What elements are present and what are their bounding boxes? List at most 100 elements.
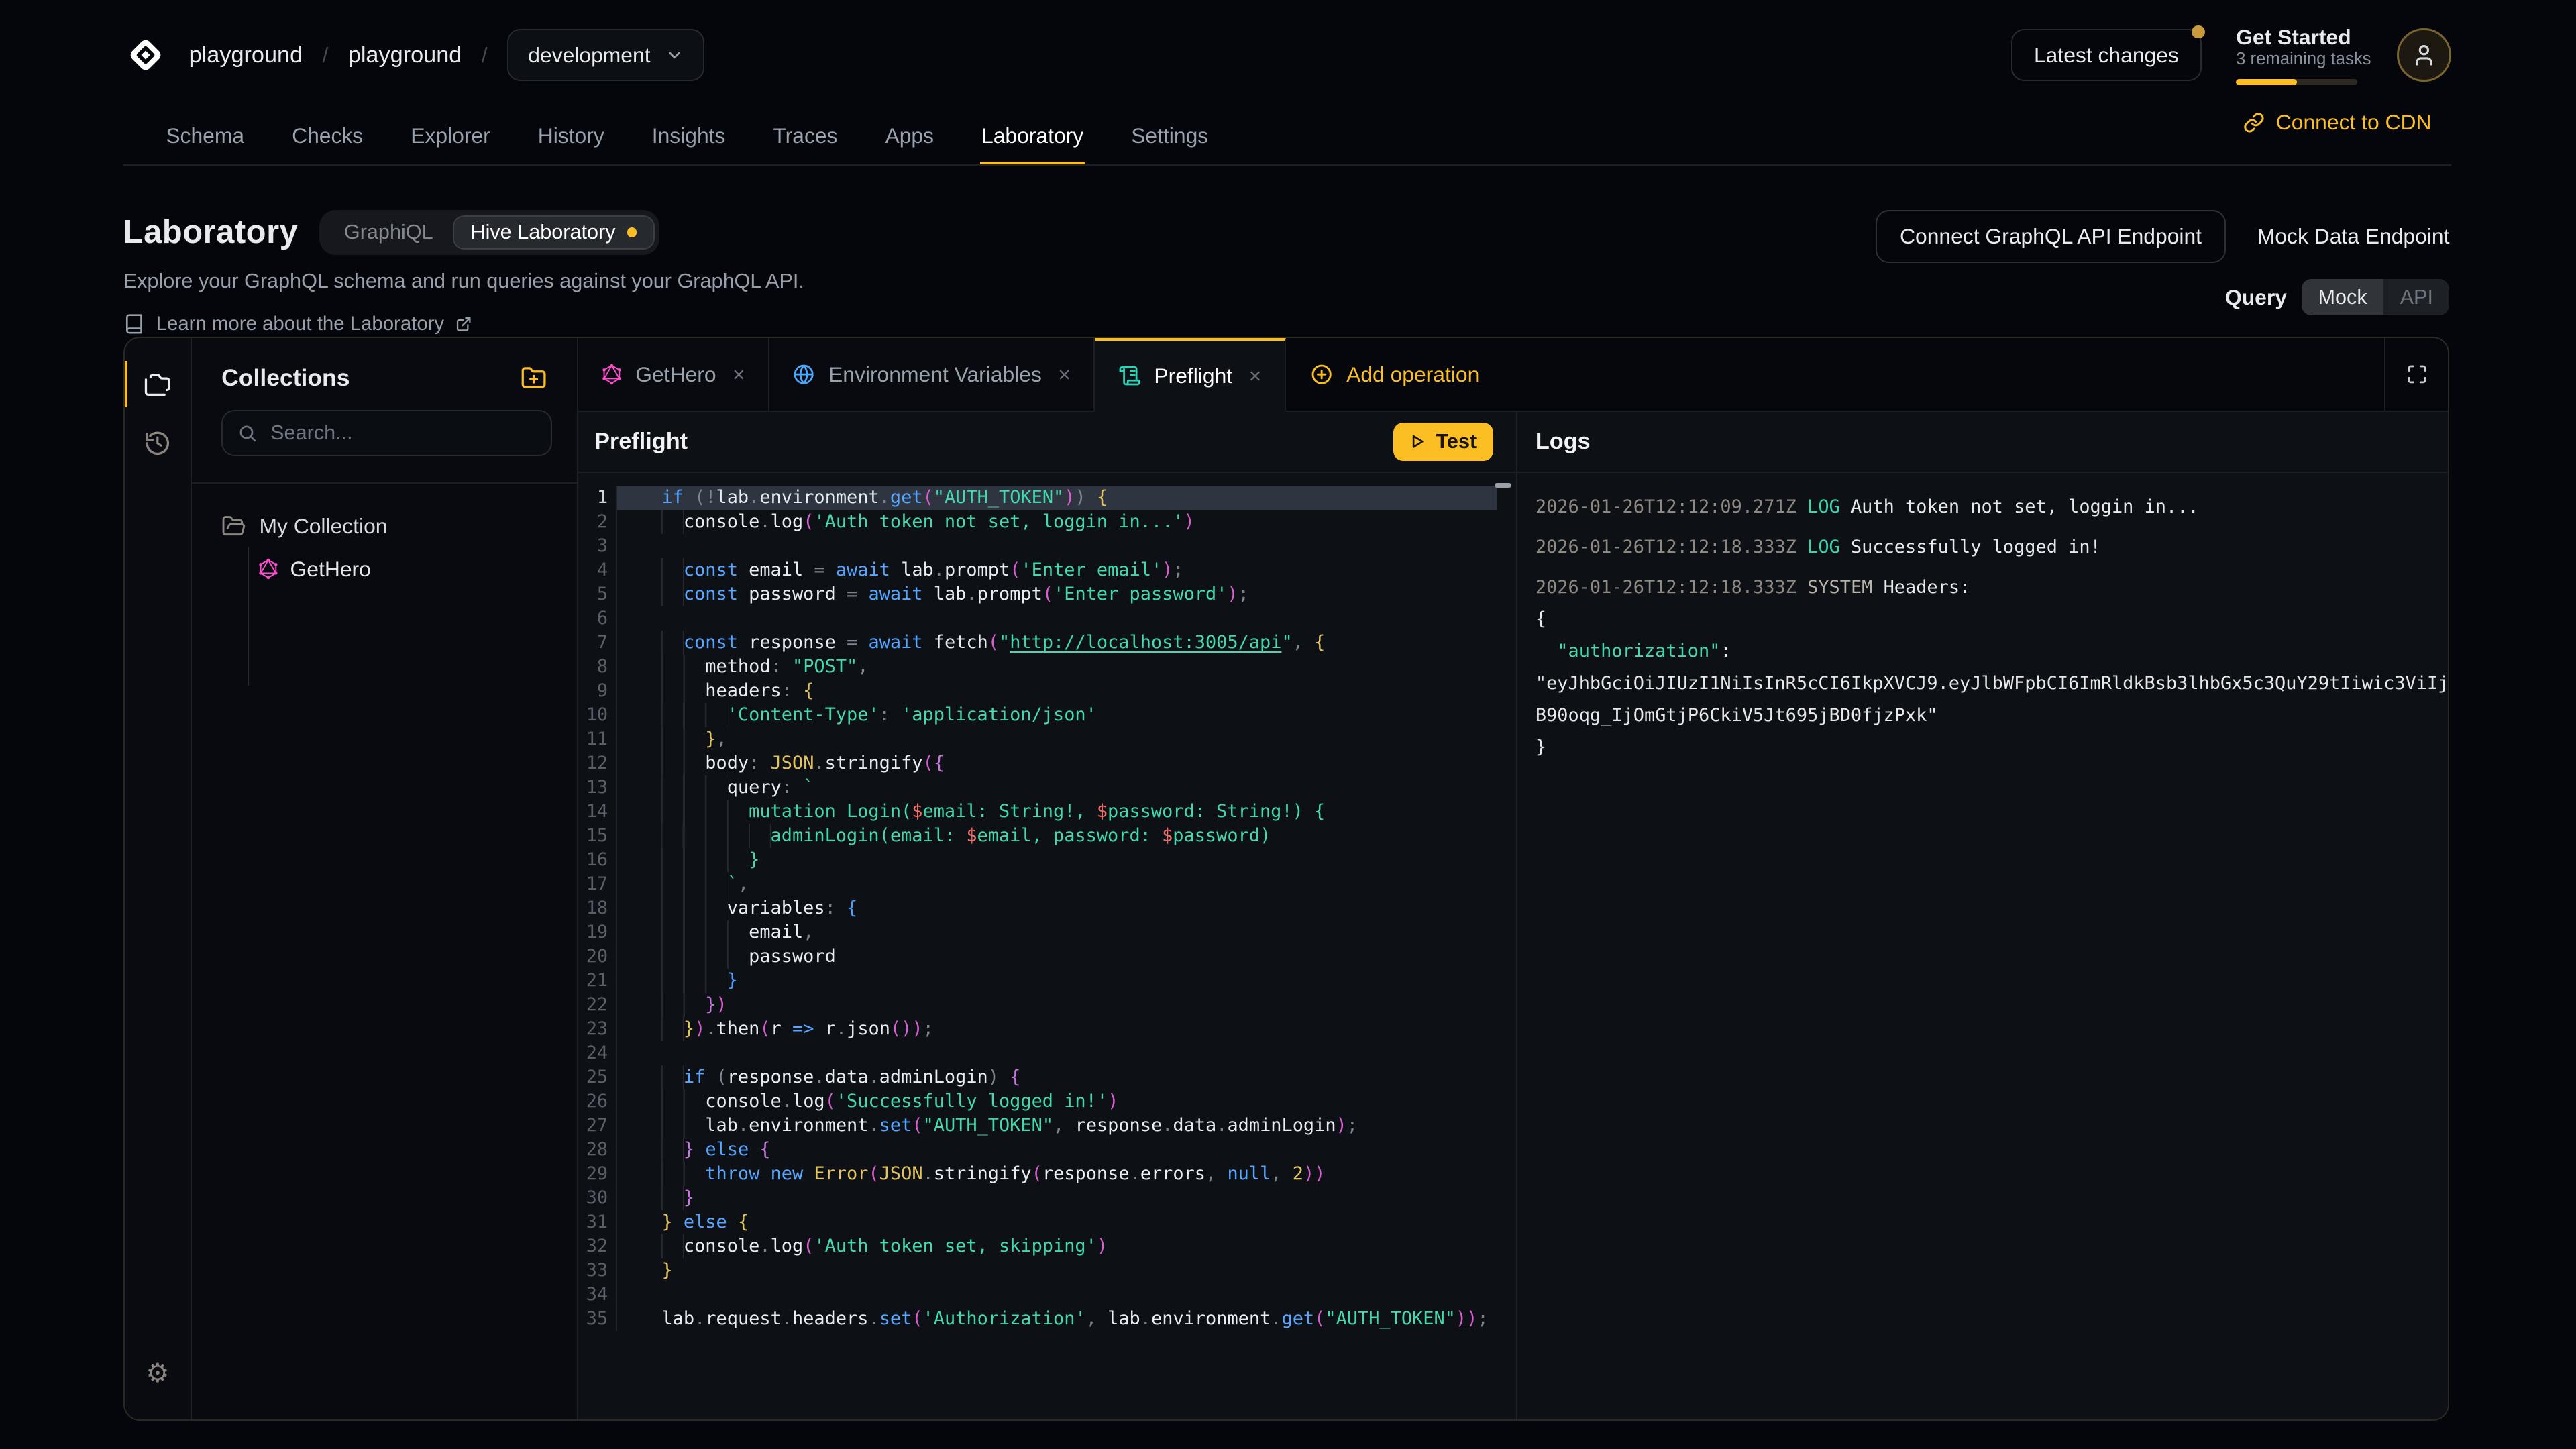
query-mode-mock[interactable]: Mock (2302, 279, 2383, 315)
folder-open-icon (221, 514, 246, 539)
query-mode-label: Query (2225, 285, 2287, 310)
log-line: { (1536, 603, 2449, 635)
tab-gethero[interactable]: GetHero × (578, 338, 769, 411)
log-line: B90oqg_IjOmGtjP6CkiV5Jt695jBD0fjzPxk" (1536, 700, 2449, 732)
code-line: 20 password (578, 945, 1497, 969)
target-selector[interactable]: development (507, 29, 704, 81)
nav-tab-schema[interactable]: Schema (164, 110, 246, 164)
code-line: 16 } (578, 848, 1497, 872)
code-line: 14 mutation Login($email: String!, $pass… (578, 800, 1497, 824)
tabbar-spacer (1504, 338, 2384, 411)
history-rail-button[interactable] (124, 414, 191, 473)
main-nav: Schema Checks Explorer History Insights … (164, 110, 1210, 164)
close-tab-icon[interactable]: × (1249, 364, 1262, 388)
graphql-icon (601, 364, 623, 385)
tab-label: GetHero (635, 362, 716, 387)
fullscreen-button[interactable] (2384, 338, 2449, 411)
nav-tab-checks[interactable]: Checks (290, 110, 365, 164)
collections-search-input[interactable]: Search... (221, 410, 552, 456)
code-line: 10 'Content-Type': 'application/json' (578, 703, 1497, 727)
breadcrumb-org[interactable]: playground (189, 42, 303, 68)
mode-option-hive-laboratory[interactable]: Hive Laboratory (453, 215, 655, 250)
chevron-down-icon (665, 46, 684, 64)
preflight-editor-pane: Preflight Test 1if (!lab.environment.get… (578, 412, 1516, 1419)
sidebar-icon-rail: ⚙ (125, 338, 192, 1419)
history-icon (144, 429, 172, 458)
code-line: 18 variables: { (578, 896, 1497, 920)
code-line: 13 query: ` (578, 775, 1497, 800)
code-line: 33} (578, 1258, 1497, 1283)
code-line: 24 (578, 1041, 1497, 1065)
connect-graphql-endpoint-button[interactable]: Connect GraphQL API Endpoint (1876, 210, 2226, 262)
code-line: 11 }, (578, 727, 1497, 751)
log-line: 2026-01-26T12:12:09.271Z LOG Auth token … (1536, 491, 2449, 523)
mode-option-graphiql[interactable]: GraphiQL (325, 221, 453, 244)
settings-rail-button[interactable]: ⚙ (124, 1344, 191, 1403)
get-started-widget[interactable]: Get Started 3 remaining tasks (2236, 25, 2357, 86)
learn-more-link[interactable]: Learn more about the Laboratory (123, 313, 2450, 335)
tab-label: Environment Variables (828, 362, 1042, 387)
app-header: playground / playground / development La… (0, 0, 2576, 166)
laboratory-workspace: ⚙ Collections Search... My Collectio (123, 337, 2450, 1421)
user-icon (2412, 43, 2436, 68)
preflight-test-button[interactable]: Test (1393, 423, 1493, 460)
code-line: 23 }).then(r => r.json()); (578, 1017, 1497, 1041)
collections-tree: My Collection GetHero (192, 484, 577, 686)
nav-tab-laboratory[interactable]: Laboratory (980, 110, 1085, 164)
close-tab-icon[interactable]: × (733, 362, 745, 387)
query-mode-toggle: Mock API (2302, 279, 2449, 315)
nav-tab-settings[interactable]: Settings (1130, 110, 1210, 164)
logs-pane-title: Logs (1536, 429, 1591, 455)
code-line: 32 console.log('Auth token set, skipping… (578, 1234, 1497, 1258)
collections-rail-button[interactable] (124, 355, 191, 414)
nav-tab-explorer[interactable]: Explorer (409, 110, 492, 164)
gear-icon: ⚙ (146, 1360, 169, 1387)
code-line: 35lab.request.headers.set('Authorization… (578, 1307, 1497, 1331)
create-collection-icon[interactable] (521, 365, 547, 391)
nav-tab-traces[interactable]: Traces (771, 110, 839, 164)
add-operation-button[interactable]: Add operation (1286, 338, 1505, 411)
search-placeholder: Search... (270, 421, 353, 445)
nav-tab-history[interactable]: History (536, 110, 606, 164)
editor-scrollbar-thumb[interactable] (1495, 483, 1511, 488)
collections-panel: Collections Search... My Collection (192, 338, 578, 1419)
collection-operation-gethero[interactable]: GetHero (254, 547, 577, 590)
logs-pane: Logs 2026-01-26T12:12:09.271Z LOG Auth t… (1516, 412, 2449, 1419)
code-line: 2 console.log('Auth token not set, loggi… (578, 510, 1497, 534)
nav-tab-insights[interactable]: Insights (650, 110, 727, 164)
log-line: 2026-01-26T12:12:18.333Z SYSTEM Headers: (1536, 572, 2449, 604)
connect-to-cdn-label: Connect to CDN (2276, 110, 2432, 135)
tab-environment-variables[interactable]: Environment Variables × (769, 338, 1095, 411)
editor-pane-title: Preflight (594, 429, 688, 455)
nav-tab-apps[interactable]: Apps (883, 110, 935, 164)
learn-more-label: Learn more about the Laboratory (156, 313, 444, 335)
close-tab-icon[interactable]: × (1058, 362, 1071, 387)
user-avatar[interactable] (2397, 28, 2451, 83)
code-line: 21 } (578, 969, 1497, 993)
latest-changes-button[interactable]: Latest changes (2011, 29, 2202, 81)
connect-to-cdn-link[interactable]: Connect to CDN (2243, 110, 2432, 135)
code-line: 31} else { (578, 1210, 1497, 1234)
operation-tabbar: GetHero × Environment Variables × Prefli… (578, 338, 2449, 412)
collection-folder-my-collection[interactable]: My Collection (221, 505, 576, 548)
code-line: 30 } (578, 1186, 1497, 1210)
mock-data-endpoint-button[interactable]: Mock Data Endpoint (2257, 224, 2450, 249)
code-line: 6 (578, 606, 1497, 631)
page-title: Laboratory (123, 213, 299, 251)
log-line: } (1536, 731, 2449, 763)
notification-dot (2192, 25, 2205, 39)
code-line: 25 if (response.data.adminLogin) { (578, 1065, 1497, 1089)
active-mode-dot (627, 227, 637, 237)
laboratory-mode-toggle: GraphiQL Hive Laboratory (319, 210, 659, 254)
logs-output[interactable]: 2026-01-26T12:12:09.271Z LOG Auth token … (1517, 473, 2449, 1420)
tab-preflight[interactable]: Preflight × (1095, 338, 1285, 411)
query-mode-api[interactable]: API (2383, 279, 2449, 315)
collection-folder-label: My Collection (259, 514, 387, 539)
code-line: 1if (!lab.environment.get("AUTH_TOKEN"))… (578, 486, 1497, 510)
code-line: 9 headers: { (578, 679, 1497, 703)
preflight-code-editor[interactable]: 1if (!lab.environment.get("AUTH_TOKEN"))… (578, 473, 1516, 1420)
preflight-script-icon (1118, 364, 1141, 387)
hive-logo-icon[interactable] (123, 33, 168, 77)
breadcrumb-project[interactable]: playground (348, 42, 462, 68)
laboratory-page-header: Laboratory GraphiQL Hive Laboratory Expl… (0, 166, 2576, 337)
